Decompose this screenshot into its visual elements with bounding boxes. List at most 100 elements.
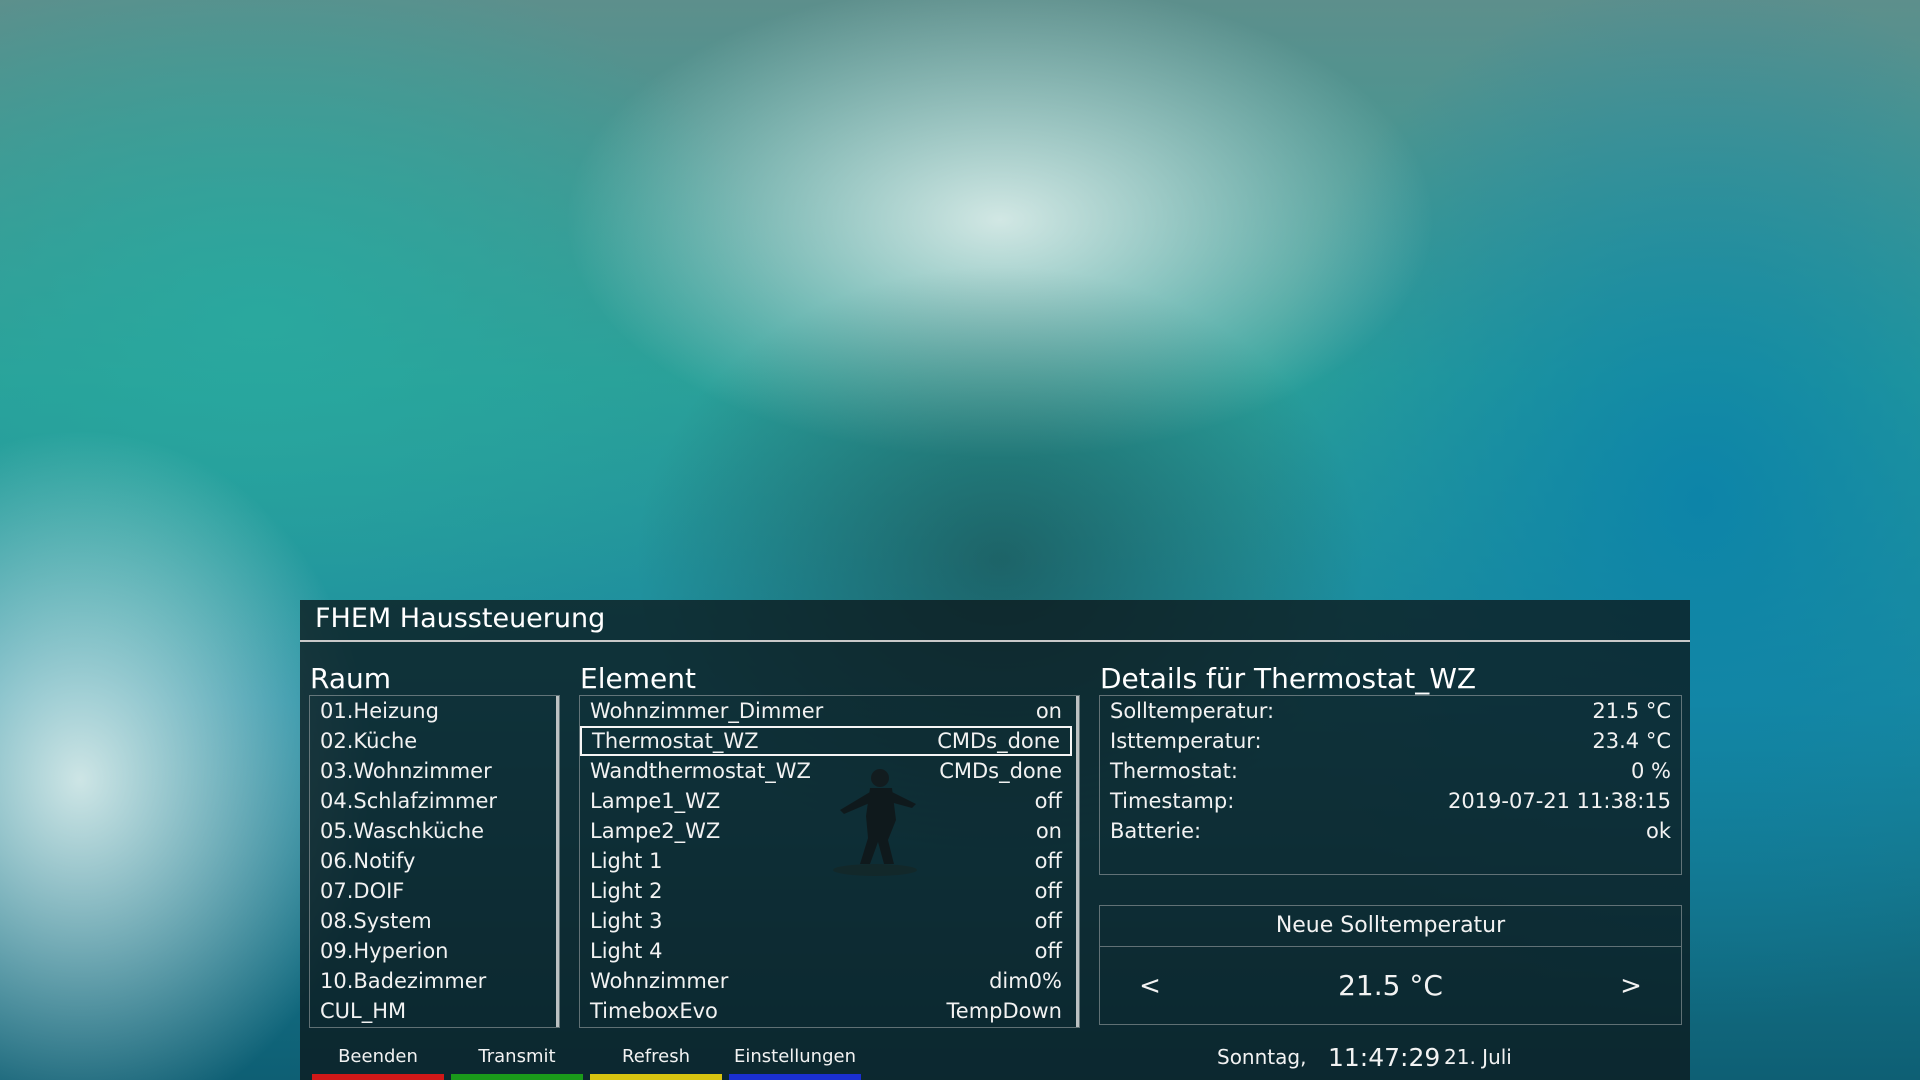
element-state: off (1034, 879, 1062, 903)
room-list-item[interactable]: 03.Wohnzimmer (310, 756, 550, 786)
element-name: Light 1 (590, 849, 663, 873)
details-value: 23.4 °C (1592, 729, 1671, 753)
clock-time: 11:47:29 (1328, 1043, 1441, 1072)
element-list-item[interactable]: Light 1 off (580, 846, 1072, 876)
element-list-item[interactable]: Lampe2_WZ on (580, 816, 1072, 846)
new-temperature-box: Neue Solltemperatur < 21.5 °C > (1099, 905, 1682, 1025)
element-list-item[interactable]: Light 2 off (580, 876, 1072, 906)
element-name: Wohnzimmer (590, 969, 729, 993)
room-list-item[interactable]: 09.Hyperion (310, 936, 550, 966)
element-name: Lampe2_WZ (590, 819, 721, 843)
details-value: 0 % (1631, 759, 1671, 783)
beenden-button-label: Beenden (338, 1046, 418, 1067)
room-list-item[interactable]: 07.DOIF (310, 876, 550, 906)
details-row: Thermostat: 0 % (1100, 756, 1681, 786)
element-state: off (1034, 909, 1062, 933)
red-key-indicator (312, 1074, 444, 1080)
blue-key-indicator (729, 1074, 861, 1080)
element-name: Thermostat_WZ (592, 729, 759, 753)
room-list-item-label: 01.Heizung (320, 699, 439, 723)
element-name: Light 3 (590, 909, 663, 933)
element-name: Wandthermostat_WZ (590, 759, 811, 783)
details-heading: Details für Thermostat_WZ (1100, 662, 1477, 695)
room-list[interactable]: 01.Heizung 02.Küche 03.Wohnzimmer 04.Schlaf… (309, 695, 560, 1028)
element-state: off (1034, 939, 1062, 963)
element-name: Light 2 (590, 879, 663, 903)
transmit-button-label: Transmit (478, 1046, 556, 1067)
element-name: Lampe1_WZ (590, 789, 721, 813)
room-list-item[interactable]: 08.System (310, 906, 550, 936)
room-list-item[interactable]: CUL_HM (310, 996, 550, 1026)
element-list-item[interactable]: Light 3 off (580, 906, 1072, 936)
element-name: Wohnzimmer_Dimmer (590, 699, 824, 723)
room-list-item[interactable]: 02.Küche (310, 726, 550, 756)
details-label: Isttemperatur: (1110, 729, 1262, 753)
clock-day: Sonntag, (1217, 1045, 1307, 1069)
element-state: on (1035, 699, 1062, 723)
new-temperature-value: 21.5 °C (1338, 969, 1443, 1002)
details-row: Solltemperatur: 21.5 °C (1100, 696, 1681, 726)
room-list-item-label: 04.Schlafzimmer (320, 789, 498, 813)
title-divider (300, 640, 1690, 642)
element-state: off (1034, 789, 1062, 813)
room-list-item-label: 10.Badezimmer (320, 969, 487, 993)
room-list-item[interactable]: 06.Notify (310, 846, 550, 876)
beenden-button[interactable]: Beenden (312, 1040, 444, 1080)
room-list-item-label: 05.Waschküche (320, 819, 485, 843)
element-state: on (1035, 819, 1062, 843)
element-list-item[interactable]: Wohnzimmer_Dimmer on (580, 696, 1072, 726)
room-list-item-label: 02.Küche (320, 729, 418, 753)
panel-title: FHEM Haussteuerung (315, 603, 606, 634)
details-row: Batterie: ok (1100, 816, 1681, 846)
element-list-item[interactable]: TimeboxEvo TempDown (580, 996, 1072, 1026)
element-state: dim0% (989, 969, 1062, 993)
yellow-key-indicator (590, 1074, 722, 1080)
details-box: Solltemperatur: 21.5 °C Isttemperatur: 23.4… (1099, 695, 1682, 875)
element-state: TempDown (946, 999, 1062, 1023)
element-state: CMDs_done (939, 759, 1062, 783)
refresh-button[interactable]: Refresh (590, 1040, 722, 1080)
details-label: Batterie: (1110, 819, 1202, 843)
details-label: Solltemperatur: (1110, 699, 1275, 723)
details-row: Timestamp: 2019-07-21 11:38:15 (1100, 786, 1681, 816)
details-label: Thermostat: (1110, 759, 1238, 783)
green-key-indicator (451, 1074, 583, 1080)
room-list-item-label: 06.Notify (320, 849, 416, 873)
room-list-item[interactable]: 04.Schlafzimmer (310, 786, 550, 816)
element-list-item[interactable]: Thermostat_WZ CMDs_done (580, 726, 1072, 756)
element-list-item[interactable]: Lampe1_WZ off (580, 786, 1072, 816)
element-list[interactable]: Wohnzimmer_Dimmer on Thermostat_WZ CMDs_don… (579, 695, 1080, 1028)
new-temperature-title: Neue Solltemperatur (1100, 906, 1681, 947)
room-list-item[interactable]: 01.Heizung (310, 696, 550, 726)
element-heading: Element (580, 662, 696, 695)
refresh-button-label: Refresh (622, 1046, 690, 1067)
room-list-item-label: 08.System (320, 909, 432, 933)
details-label: Timestamp: (1110, 789, 1235, 813)
details-value: 21.5 °C (1592, 699, 1671, 723)
element-list-item[interactable]: Wandthermostat_WZ CMDs_done (580, 756, 1072, 786)
element-list-item[interactable]: Light 4 off (580, 936, 1072, 966)
einstellungen-button-label: Einstellungen (733, 1046, 857, 1067)
fhem-control-panel: FHEM Haussteuerung Raum 01.Heizung 02.Küc… (300, 600, 1690, 1080)
details-value: 2019-07-21 11:38:15 (1447, 789, 1671, 813)
element-list-scrollbar[interactable] (1076, 696, 1079, 1027)
room-list-item-label: 09.Hyperion (320, 939, 449, 963)
details-value: ok (1645, 819, 1671, 843)
room-list-item[interactable]: 10.Badezimmer (310, 966, 550, 996)
room-list-scrollbar[interactable] (556, 696, 559, 1027)
element-name: TimeboxEvo (590, 999, 718, 1023)
room-list-item-label: 07.DOIF (320, 879, 405, 903)
details-row: Isttemperatur: 23.4 °C (1100, 726, 1681, 756)
room-heading: Raum (310, 662, 392, 695)
room-list-item[interactable]: 05.Waschküche (310, 816, 550, 846)
room-list-item-label: 03.Wohnzimmer (320, 759, 492, 783)
room-list-item-label: CUL_HM (320, 999, 407, 1023)
element-state: CMDs_done (937, 729, 1060, 753)
transmit-button[interactable]: Transmit (451, 1040, 583, 1080)
clock-date: 21. Juli (1444, 1045, 1512, 1069)
element-list-item[interactable]: Wohnzimmer dim0% (580, 966, 1072, 996)
einstellungen-button[interactable]: Einstellungen (729, 1040, 861, 1080)
element-state: off (1034, 849, 1062, 873)
increase-temperature-button[interactable]: > (1601, 950, 1661, 1022)
element-name: Light 4 (590, 939, 663, 963)
